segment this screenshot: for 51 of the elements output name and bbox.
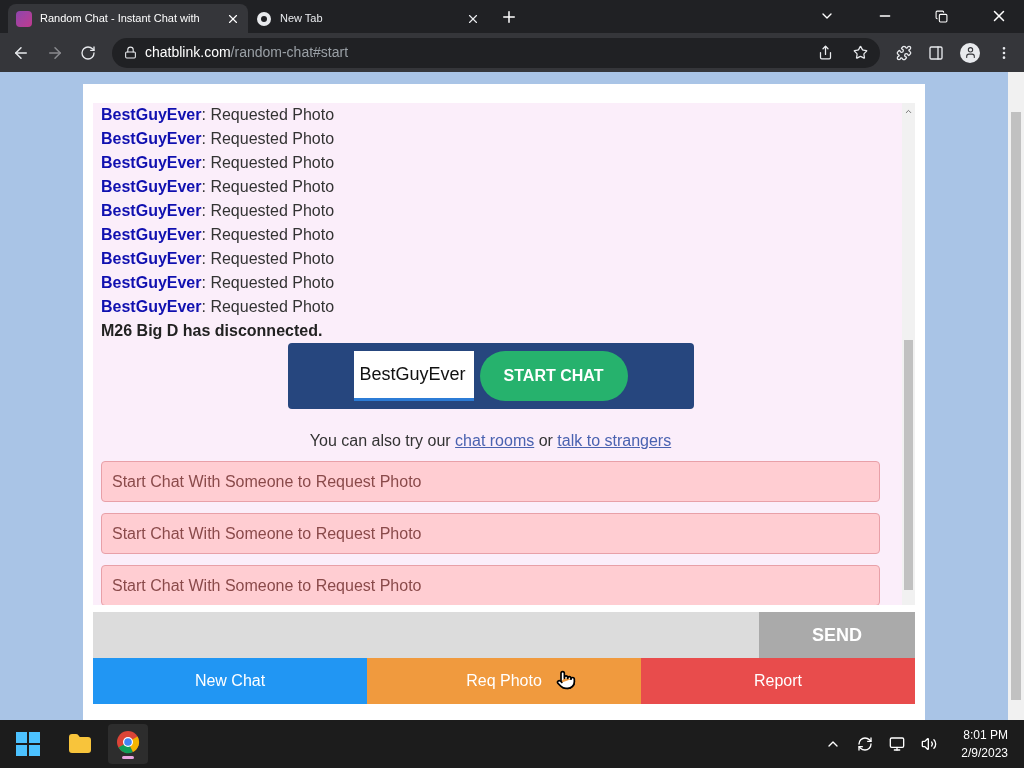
clock-date[interactable]: 2/9/2023 bbox=[961, 744, 1008, 762]
chat-message: BestGuyEver: Requested Photo bbox=[101, 177, 336, 197]
action-button[interactable]: New Chat bbox=[93, 658, 367, 704]
browser-logo-icon bbox=[256, 10, 272, 27]
reload-icon[interactable] bbox=[80, 44, 96, 61]
photo-request-box: Start Chat With Someone to Request Photo bbox=[101, 513, 880, 554]
chat-message: BestGuyEver: Requested Photo bbox=[101, 129, 336, 149]
restore-icon[interactable] bbox=[935, 9, 948, 23]
chat-message: BestGuyEver: Requested Photo bbox=[101, 249, 336, 269]
address-bar[interactable]: chatblink.com/random-chat#start bbox=[112, 37, 880, 68]
text-link[interactable]: talk to strangers bbox=[557, 432, 672, 449]
tab-title: New Tab bbox=[280, 11, 323, 27]
profile-icon[interactable] bbox=[960, 42, 980, 63]
extensions-icon[interactable] bbox=[896, 44, 912, 61]
browser-tab[interactable]: Random Chat - Instant Chat with bbox=[8, 4, 248, 33]
chat-message: BestGuyEver: Requested Photo bbox=[101, 153, 336, 173]
windows-start-icon[interactable] bbox=[16, 732, 40, 756]
browser-tab[interactable]: New Tab bbox=[248, 4, 488, 33]
start-chat-button[interactable]: START CHAT bbox=[479, 351, 628, 401]
site-logo-icon bbox=[16, 10, 32, 27]
network-icon[interactable] bbox=[889, 736, 906, 752]
action-button[interactable]: Report bbox=[641, 658, 915, 704]
folder-icon[interactable] bbox=[68, 732, 92, 756]
scrollbar[interactable] bbox=[902, 103, 915, 605]
chat-message: BestGuyEver: Requested Photo bbox=[101, 273, 336, 293]
system-message: M26 Big D has disconnected. bbox=[101, 321, 324, 341]
share-icon[interactable] bbox=[818, 45, 833, 60]
chat-message: BestGuyEver: Requested Photo bbox=[101, 297, 336, 317]
message-field[interactable] bbox=[93, 612, 759, 658]
browser-logo-icon bbox=[116, 729, 140, 754]
page-scrollbar[interactable] bbox=[1008, 72, 1024, 720]
volume-icon[interactable] bbox=[921, 736, 938, 752]
tab-title: Random Chat - Instant Chat with bbox=[40, 11, 200, 27]
lock-icon bbox=[124, 46, 137, 59]
new-tab-icon[interactable] bbox=[500, 8, 518, 26]
side-panel-icon[interactable] bbox=[928, 44, 944, 61]
photo-request-box: Start Chat With Someone to Request Photo bbox=[101, 565, 880, 605]
clock-time[interactable]: 8:01 PM bbox=[963, 726, 1008, 744]
sync-icon[interactable] bbox=[857, 736, 874, 752]
photo-request-box: Start Chat With Someone to Request Photo bbox=[101, 461, 880, 502]
scroll-up-icon[interactable] bbox=[904, 107, 913, 116]
chat-message: BestGuyEver: Requested Photo bbox=[101, 105, 336, 125]
chat-message: BestGuyEver: Requested Photo bbox=[101, 225, 336, 245]
pointer-cursor-icon bbox=[556, 670, 576, 690]
url-text: chatblink.com/random-chat#start bbox=[145, 43, 349, 62]
name-field[interactable]: BestGuyEver bbox=[353, 351, 474, 401]
text-link[interactable]: chat rooms bbox=[455, 432, 535, 449]
browser-taskbar-button[interactable] bbox=[108, 724, 148, 764]
bookmark-icon[interactable] bbox=[853, 45, 868, 60]
chat-message: BestGuyEver: Requested Photo bbox=[101, 201, 336, 221]
also-try-text: You can also try our chat rooms or talk to strangers bbox=[308, 431, 673, 451]
